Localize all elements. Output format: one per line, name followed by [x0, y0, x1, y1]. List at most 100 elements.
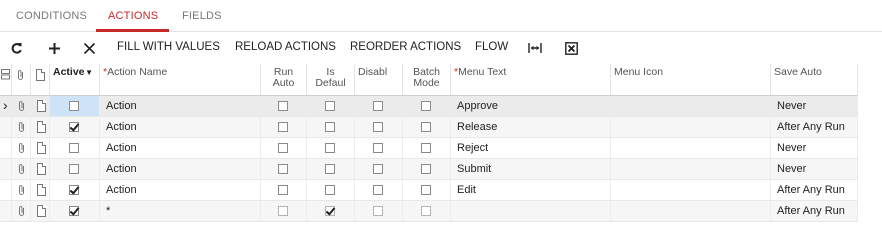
row-selector[interactable]	[0, 138, 12, 158]
fill-with-values-button[interactable]: FILL WITH VALUES	[117, 33, 220, 63]
action-name-cell[interactable]: Action	[100, 138, 261, 158]
table-row[interactable]: Action Release After Any Run	[0, 117, 858, 138]
active-cell[interactable]	[50, 96, 100, 116]
run-auto-checkbox[interactable]	[278, 185, 288, 195]
paperclip-icon[interactable]	[17, 100, 26, 112]
active-cell[interactable]	[50, 117, 100, 137]
row-selector[interactable]	[0, 180, 12, 200]
menu-icon-cell[interactable]	[611, 117, 771, 137]
disable-checkbox[interactable]	[373, 164, 383, 174]
run-auto-cell[interactable]	[261, 201, 307, 221]
disable-checkbox[interactable]	[373, 122, 383, 132]
is-default-cell[interactable]	[307, 117, 355, 137]
active-checkbox[interactable]	[69, 185, 79, 195]
paperclip-icon[interactable]	[17, 184, 26, 196]
table-row[interactable]: Action Edit After Any Run	[0, 180, 858, 201]
disable-checkbox[interactable]	[373, 206, 383, 216]
batch-mode-checkbox[interactable]	[421, 206, 431, 216]
tab-fields[interactable]: FIELDS	[182, 0, 222, 32]
active-checkbox[interactable]	[69, 122, 79, 132]
note-cell[interactable]	[31, 180, 50, 200]
paperclip-icon[interactable]	[17, 142, 26, 154]
note-icon[interactable]	[37, 100, 46, 112]
menu-text-cell[interactable]: Release	[451, 117, 611, 137]
run-auto-checkbox[interactable]	[278, 122, 288, 132]
run-auto-cell[interactable]	[261, 180, 307, 200]
note-icon[interactable]	[37, 142, 46, 154]
is-default-checkbox[interactable]	[325, 164, 335, 174]
menu-icon-cell[interactable]	[611, 138, 771, 158]
paperclip-icon[interactable]	[17, 121, 26, 133]
batch-mode-cell[interactable]	[403, 159, 451, 179]
batch-mode-checkbox[interactable]	[421, 143, 431, 153]
attachment-cell[interactable]	[12, 201, 31, 221]
active-checkbox[interactable]	[69, 164, 79, 174]
is-default-cell[interactable]	[307, 180, 355, 200]
paperclip-icon[interactable]	[17, 163, 26, 175]
note-cell[interactable]	[31, 159, 50, 179]
action-name-cell[interactable]: *	[100, 201, 261, 221]
column-header-batch-mode[interactable]: Batch Mode	[403, 64, 451, 96]
action-name-cell[interactable]: Action	[100, 117, 261, 137]
menu-icon-cell[interactable]	[611, 180, 771, 200]
is-default-cell[interactable]	[307, 159, 355, 179]
attachment-cell[interactable]	[12, 159, 31, 179]
active-cell[interactable]	[50, 180, 100, 200]
row-selector[interactable]: ›	[0, 96, 12, 116]
column-header-menu-text[interactable]: *Menu Text	[451, 64, 611, 96]
disable-checkbox[interactable]	[373, 101, 383, 111]
row-selector[interactable]	[0, 201, 12, 221]
note-cell[interactable]	[31, 117, 50, 137]
plus-icon[interactable]	[45, 39, 63, 57]
active-checkbox[interactable]	[69, 101, 79, 111]
save-auto-cell[interactable]: After Any Run	[771, 180, 858, 200]
tab-actions[interactable]: ACTIONS	[108, 0, 158, 32]
save-auto-cell[interactable]: After Any Run	[771, 117, 858, 137]
batch-mode-cell[interactable]	[403, 180, 451, 200]
active-checkbox[interactable]	[69, 143, 79, 153]
disable-checkbox[interactable]	[373, 185, 383, 195]
table-row[interactable]: * After Any Run	[0, 201, 858, 222]
paperclip-icon[interactable]	[17, 205, 26, 217]
column-header-disable[interactable]: Disabl	[355, 64, 403, 96]
batch-mode-checkbox[interactable]	[421, 164, 431, 174]
menu-text-cell[interactable]: Submit	[451, 159, 611, 179]
flow-button[interactable]: FLOW	[475, 33, 508, 63]
row-selector[interactable]	[0, 117, 12, 137]
disable-cell[interactable]	[355, 138, 403, 158]
save-auto-cell[interactable]: Never	[771, 138, 858, 158]
disable-checkbox[interactable]	[373, 143, 383, 153]
note-cell[interactable]	[31, 201, 50, 221]
note-icon[interactable]	[37, 163, 46, 175]
disable-cell[interactable]	[355, 159, 403, 179]
close-icon[interactable]	[80, 39, 98, 57]
attachment-cell[interactable]	[12, 117, 31, 137]
is-default-checkbox[interactable]	[325, 206, 335, 216]
tab-conditions[interactable]: CONDITIONS	[16, 0, 87, 32]
menu-text-cell[interactable]: Edit	[451, 180, 611, 200]
save-auto-cell[interactable]: Never	[771, 159, 858, 179]
run-auto-checkbox[interactable]	[278, 206, 288, 216]
table-row[interactable]: › Action Approve Never	[0, 96, 858, 117]
run-auto-cell[interactable]	[261, 117, 307, 137]
menu-icon-cell[interactable]	[611, 96, 771, 116]
disable-cell[interactable]	[355, 96, 403, 116]
save-auto-cell[interactable]: After Any Run	[771, 201, 858, 221]
refresh-icon[interactable]	[7, 39, 25, 57]
disable-cell[interactable]	[355, 201, 403, 221]
note-cell[interactable]	[31, 138, 50, 158]
save-auto-cell[interactable]: Never	[771, 96, 858, 116]
menu-icon-cell[interactable]	[611, 201, 771, 221]
is-default-checkbox[interactable]	[325, 122, 335, 132]
note-cell[interactable]	[31, 96, 50, 116]
column-header-menu-icon[interactable]: Menu Icon	[611, 64, 771, 96]
batch-mode-checkbox[interactable]	[421, 122, 431, 132]
is-default-checkbox[interactable]	[325, 101, 335, 111]
active-cell[interactable]	[50, 138, 100, 158]
row-selector[interactable]	[0, 159, 12, 179]
run-auto-cell[interactable]	[261, 159, 307, 179]
column-header-active[interactable]: Active ▼	[50, 64, 100, 96]
run-auto-cell[interactable]	[261, 96, 307, 116]
batch-mode-cell[interactable]	[403, 201, 451, 221]
attachment-cell[interactable]	[12, 138, 31, 158]
